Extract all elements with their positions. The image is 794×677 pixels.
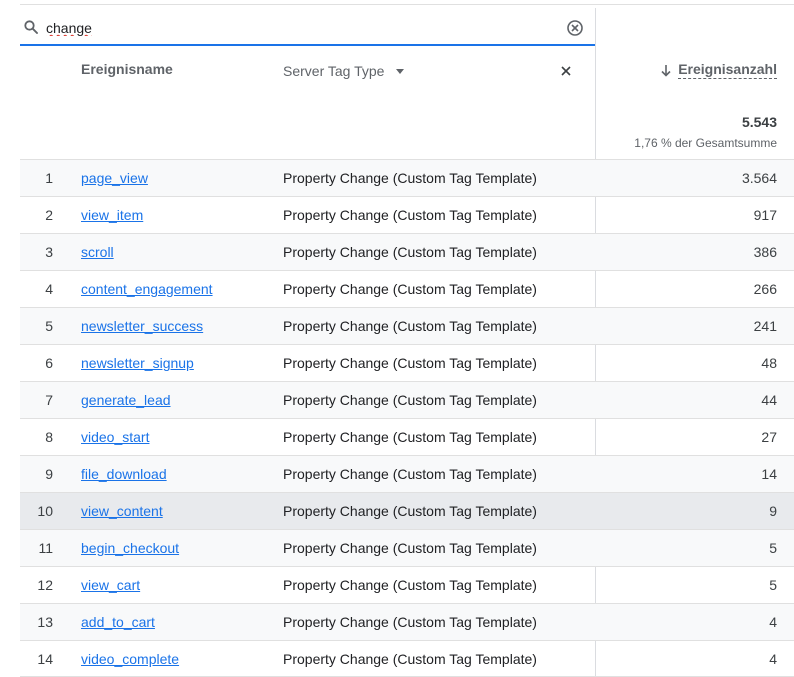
- event-name-link[interactable]: begin_checkout: [81, 540, 179, 556]
- event-count-cell: 266: [753, 281, 777, 297]
- table-row: 6 newsletter_signup Property Change (Cus…: [20, 344, 794, 381]
- server-tag-type-cell: Property Change (Custom Tag Template): [283, 207, 537, 223]
- row-number: 8: [45, 429, 53, 445]
- server-tag-type-cell: Property Change (Custom Tag Template): [283, 355, 537, 371]
- caret-down-icon[interactable]: [396, 68, 405, 74]
- table-row: 5 newsletter_success Property Change (Cu…: [20, 307, 794, 344]
- row-number: 13: [37, 614, 53, 630]
- event-name-link[interactable]: view_content: [81, 503, 163, 519]
- table-row: 2 view_item Property Change (Custom Tag …: [20, 196, 794, 233]
- server-tag-type-cell: Property Change (Custom Tag Template): [283, 577, 537, 593]
- row-number: 1: [45, 170, 53, 186]
- server-tag-type-cell: Property Change (Custom Tag Template): [283, 614, 537, 630]
- table-row: 3 scroll Property Change (Custom Tag Tem…: [20, 233, 794, 270]
- event-name-link[interactable]: video_start: [81, 429, 149, 445]
- event-name-link[interactable]: page_view: [81, 170, 148, 186]
- close-icon[interactable]: [559, 64, 573, 78]
- row-number: 10: [37, 503, 53, 519]
- total-percent: 1,76 % der Gesamtsumme: [634, 136, 777, 150]
- row-number: 6: [45, 355, 53, 371]
- table-row: 1 page_view Property Change (Custom Tag …: [20, 159, 794, 196]
- event-count-cell: 9: [769, 503, 777, 519]
- server-tag-type-cell: Property Change (Custom Tag Template): [283, 170, 537, 186]
- server-tag-type-cell: Property Change (Custom Tag Template): [283, 503, 537, 519]
- event-name-link[interactable]: video_complete: [81, 651, 179, 667]
- event-count-cell: 241: [753, 318, 777, 334]
- row-number: 2: [45, 207, 53, 223]
- event-name-link[interactable]: content_engagement: [81, 281, 213, 297]
- event-count-cell: 5: [769, 540, 777, 556]
- table-row: 10 view_content Property Change (Custom …: [20, 492, 794, 529]
- row-number: 9: [45, 466, 53, 482]
- server-tag-type-cell: Property Change (Custom Tag Template): [283, 392, 537, 408]
- event-count-cell: 14: [761, 466, 777, 482]
- header-server-tag-type-label: Server Tag Type: [283, 63, 385, 79]
- header-event-count-label: Ereignisanzahl: [678, 61, 777, 79]
- event-name-link[interactable]: add_to_cart: [81, 614, 155, 630]
- server-tag-type-cell: Property Change (Custom Tag Template): [283, 466, 537, 482]
- server-tag-type-cell: Property Change (Custom Tag Template): [283, 318, 537, 334]
- header-event-name[interactable]: Ereignisname: [81, 61, 173, 77]
- header-server-tag-type[interactable]: Server Tag Type: [283, 63, 405, 79]
- table-row: 7 generate_lead Property Change (Custom …: [20, 381, 794, 418]
- event-name-link[interactable]: view_item: [81, 207, 143, 223]
- table-row: 11 begin_checkout Property Change (Custo…: [20, 529, 794, 566]
- down-arrow-icon: [661, 64, 671, 77]
- top-divider: [20, 4, 794, 5]
- event-count-cell: 386: [753, 244, 777, 260]
- server-tag-type-cell: Property Change (Custom Tag Template): [283, 429, 537, 445]
- table-row: 8 video_start Property Change (Custom Ta…: [20, 418, 794, 455]
- total-value: 5.543: [741, 114, 777, 130]
- event-count-cell: 4: [769, 614, 777, 630]
- search-underline: [20, 44, 595, 46]
- table-row: 12 view_cart Property Change (Custom Tag…: [20, 566, 794, 603]
- table-row: 9 file_download Property Change (Custom …: [20, 455, 794, 492]
- server-tag-type-cell: Property Change (Custom Tag Template): [283, 281, 537, 297]
- row-number: 14: [37, 651, 53, 667]
- table-body: 1 page_view Property Change (Custom Tag …: [20, 159, 794, 677]
- event-count-cell: 44: [761, 392, 777, 408]
- clear-circle-icon[interactable]: [566, 19, 584, 37]
- event-name-link[interactable]: file_download: [81, 466, 167, 482]
- row-number: 12: [37, 577, 53, 593]
- event-count-cell: 3.564: [741, 170, 777, 186]
- event-count-cell: 917: [753, 207, 777, 223]
- server-tag-type-cell: Property Change (Custom Tag Template): [283, 244, 537, 260]
- server-tag-type-cell: Property Change (Custom Tag Template): [283, 540, 537, 556]
- event-name-link[interactable]: newsletter_signup: [81, 355, 194, 371]
- event-name-link[interactable]: newsletter_success: [81, 318, 203, 334]
- table-row: 4 content_engagement Property Change (Cu…: [20, 270, 794, 307]
- table-row: 13 add_to_cart Property Change (Custom T…: [20, 603, 794, 640]
- event-count-cell: 27: [761, 429, 777, 445]
- event-count-cell: 5: [769, 577, 777, 593]
- event-name-link[interactable]: generate_lead: [81, 392, 171, 408]
- search-bar: [20, 8, 595, 46]
- row-number: 7: [45, 392, 53, 408]
- server-tag-type-cell: Property Change (Custom Tag Template): [283, 651, 537, 667]
- table-row: 14 video_complete Property Change (Custo…: [20, 640, 794, 677]
- event-count-cell: 48: [761, 355, 777, 371]
- row-number: 11: [38, 540, 53, 556]
- row-number: 4: [45, 281, 53, 297]
- event-count-cell: 4: [769, 651, 777, 667]
- event-name-link[interactable]: view_cart: [81, 577, 140, 593]
- search-input[interactable]: [46, 18, 546, 38]
- search-icon: [24, 20, 38, 34]
- event-name-link[interactable]: scroll: [81, 244, 114, 260]
- header-event-count[interactable]: Ereignisanzahl: [660, 61, 777, 79]
- row-number: 5: [45, 318, 53, 334]
- row-number: 3: [45, 244, 53, 260]
